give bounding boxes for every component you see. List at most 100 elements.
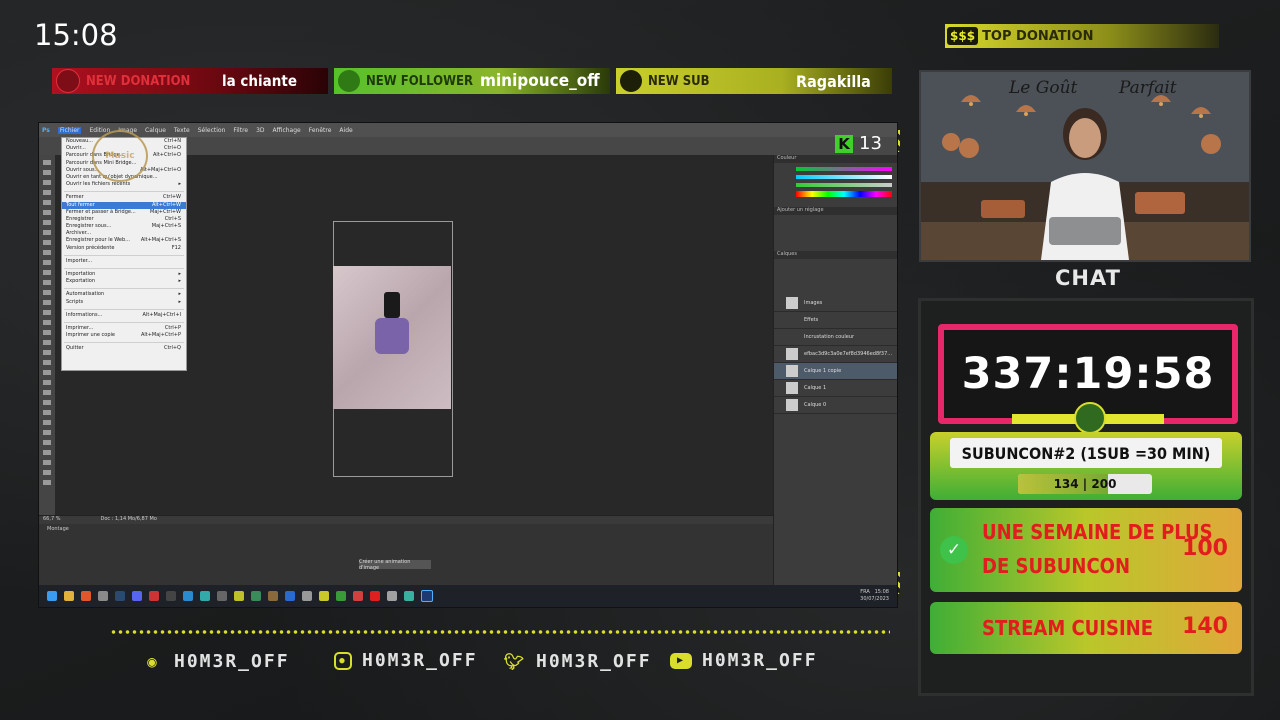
file-menu-item[interactable]: Enregistrer sous... Maj+Ctrl+S bbox=[62, 223, 186, 230]
color-slider-b[interactable] bbox=[796, 183, 892, 187]
new-donation-alert: NEW DONATION la chiante bbox=[52, 68, 328, 94]
social-twitter: 🐦︎ H0M3R_OFF bbox=[504, 650, 652, 672]
ps-document-image[interactable] bbox=[333, 266, 451, 409]
youtube-taskbar-icon[interactable] bbox=[370, 591, 380, 601]
twitter-icon: 🐦︎ bbox=[503, 651, 527, 671]
menu-texte[interactable]: Texte bbox=[174, 127, 190, 134]
menu-affichage[interactable]: Affichage bbox=[273, 127, 301, 134]
menu-item-shortcut: Ctrl+S bbox=[164, 215, 181, 222]
file-menu-item[interactable]: Ouvrir les fichiers récents ▸ bbox=[62, 181, 186, 188]
ps-right-panels: Couleur Ajouter un réglage Calques Image… bbox=[773, 155, 897, 585]
goal-1-label-line2: DE SUBUNCON bbox=[982, 554, 1130, 578]
file-menu-item[interactable]: Informations... Alt+Maj+Ctrl+I bbox=[62, 312, 186, 319]
app-icon[interactable] bbox=[200, 591, 210, 601]
new-sub-alert: NEW SUB Ragakilla bbox=[616, 68, 892, 94]
menu-item-label: Fermer et passer à Bridge... bbox=[66, 208, 136, 215]
color-spectrum[interactable] bbox=[796, 191, 892, 197]
file-menu-item[interactable]: Importation ▸ bbox=[62, 271, 186, 278]
layers-panel-title: Calques bbox=[774, 251, 897, 259]
file-menu-item[interactable]: Version précédente F12 bbox=[62, 245, 186, 252]
photoshop-taskbar-icon[interactable] bbox=[421, 590, 433, 602]
donation-icon bbox=[56, 69, 80, 93]
menu-item-shortcut: Maj+Ctrl+W bbox=[150, 208, 181, 215]
file-menu-item[interactable]: Enregistrer Ctrl+S bbox=[62, 216, 186, 223]
menu-item-shortcut: Alt+Ctrl+O bbox=[153, 152, 181, 159]
file-menu-item[interactable]: Imprimer... Ctrl+P bbox=[62, 325, 186, 332]
menu-separator bbox=[64, 307, 184, 310]
layer-row[interactable]: efbac3d9c3a0e7ef8d3946ed8f37... bbox=[774, 346, 897, 363]
tray-date: 30/07/2023 bbox=[860, 596, 889, 602]
menu-calque[interactable]: Calque bbox=[145, 127, 166, 134]
app-icon[interactable] bbox=[285, 591, 295, 601]
menu-item-label: Fermer bbox=[66, 194, 84, 201]
file-menu-item[interactable]: Enregistrer pour le Web... Alt+Maj+Ctrl+S bbox=[62, 237, 186, 244]
menu-selection[interactable]: Sélection bbox=[198, 127, 226, 134]
menu-fichier[interactable]: Fichier bbox=[57, 126, 82, 134]
file-menu-item[interactable]: Quitter Ctrl+Q bbox=[62, 345, 186, 352]
new-follower-alert: NEW FOLLOWER minipouce_off bbox=[334, 68, 610, 94]
top-donation-bar: $$$ TOP DONATION bbox=[945, 24, 1219, 48]
layer-row[interactable]: Images bbox=[774, 295, 897, 312]
timeline-label: Montage bbox=[47, 526, 69, 532]
layer-row[interactable]: Calque 0 bbox=[774, 397, 897, 414]
app-icon[interactable] bbox=[387, 591, 397, 601]
file-menu-item[interactable]: Tout fermer Alt+Ctrl+W bbox=[62, 201, 186, 209]
color-slider-r[interactable] bbox=[796, 167, 892, 171]
ps-menubar: Ps Fichier Edition Image Calque Texte Sé… bbox=[39, 123, 897, 137]
file-menu-item[interactable]: Archiver... bbox=[62, 230, 186, 237]
app-icon[interactable] bbox=[234, 591, 244, 601]
app-icon[interactable] bbox=[149, 591, 159, 601]
file-menu-item[interactable]: Fermer Ctrl+W bbox=[62, 194, 186, 201]
viewer-count-badge: K 13 bbox=[835, 133, 882, 154]
app-icon[interactable] bbox=[353, 591, 363, 601]
file-menu-item[interactable]: Exportation ▸ bbox=[62, 278, 186, 285]
tray-lang: FRA bbox=[860, 589, 870, 595]
goal-2-value: 140 bbox=[1182, 614, 1228, 639]
windows-start-icon[interactable] bbox=[47, 591, 57, 601]
menu-item-label: Enregistrer bbox=[66, 215, 94, 222]
app-icon[interactable] bbox=[268, 591, 278, 601]
subuncon-card: SUBUNCON#2 (1SUB =30 MIN) 134 | 200 bbox=[930, 432, 1242, 500]
menu-filtre[interactable]: Filtre bbox=[233, 127, 248, 134]
app-icon[interactable] bbox=[251, 591, 261, 601]
menu-fenetre[interactable]: Fenêtre bbox=[309, 127, 332, 134]
file-menu-item[interactable]: Imprimer une copie Alt+Maj+Ctrl+P bbox=[62, 332, 186, 339]
file-menu-item[interactable]: Fermer et passer à Bridge... Maj+Ctrl+W bbox=[62, 209, 186, 216]
steam-icon[interactable] bbox=[115, 591, 125, 601]
discord-taskbar-icon[interactable] bbox=[132, 591, 142, 601]
timer-value: 337:19:58 bbox=[961, 349, 1215, 399]
file-menu-item[interactable]: Scripts ▸ bbox=[62, 299, 186, 306]
menu-item-label: Enregistrer sous... bbox=[66, 223, 112, 230]
brave-icon[interactable] bbox=[81, 591, 91, 601]
app-icon[interactable] bbox=[217, 591, 227, 601]
obs-icon[interactable] bbox=[166, 591, 176, 601]
menu-3d[interactable]: 3D bbox=[256, 127, 264, 134]
layer-row[interactable]: Incrustation couleur bbox=[774, 329, 897, 346]
app-icon[interactable] bbox=[336, 591, 346, 601]
file-menu-item[interactable]: Automatisation ▸ bbox=[62, 291, 186, 298]
goal-1-value: 100 bbox=[1182, 536, 1228, 561]
status-bar: 66,7 % Doc : 1,14 Mo/6,87 Mo bbox=[39, 516, 773, 524]
app-icon[interactable] bbox=[183, 591, 193, 601]
app-icon[interactable] bbox=[98, 591, 108, 601]
file-menu-item[interactable]: Importer... bbox=[62, 258, 186, 265]
folder-icon[interactable] bbox=[64, 591, 74, 601]
donation-value: la chiante bbox=[222, 72, 297, 90]
layer-row-selected[interactable]: Calque 1 copie bbox=[774, 363, 897, 380]
nail-polish-bottle bbox=[373, 292, 411, 354]
ps-toolbox[interactable] bbox=[39, 155, 55, 515]
create-animation-button[interactable]: Créer une animation d'image bbox=[359, 559, 431, 571]
color-slider-g[interactable] bbox=[796, 175, 892, 179]
layer-row[interactable]: Calque 1 bbox=[774, 380, 897, 397]
layer-row[interactable]: Effets bbox=[774, 312, 897, 329]
goal-card-2: STREAM CUISINE 140 bbox=[930, 602, 1242, 654]
app-icon[interactable] bbox=[302, 591, 312, 601]
menu-item-label: Imprimer une copie bbox=[66, 332, 116, 339]
app-icon[interactable] bbox=[404, 591, 414, 601]
menu-item-label: Exportation bbox=[66, 278, 96, 285]
menu-aide[interactable]: Aide bbox=[339, 127, 352, 134]
heart-icon bbox=[338, 70, 360, 92]
app-icon[interactable] bbox=[319, 591, 329, 601]
menu-separator bbox=[64, 266, 184, 269]
social-discord: ◉ H0M3R_OFF bbox=[142, 650, 290, 672]
